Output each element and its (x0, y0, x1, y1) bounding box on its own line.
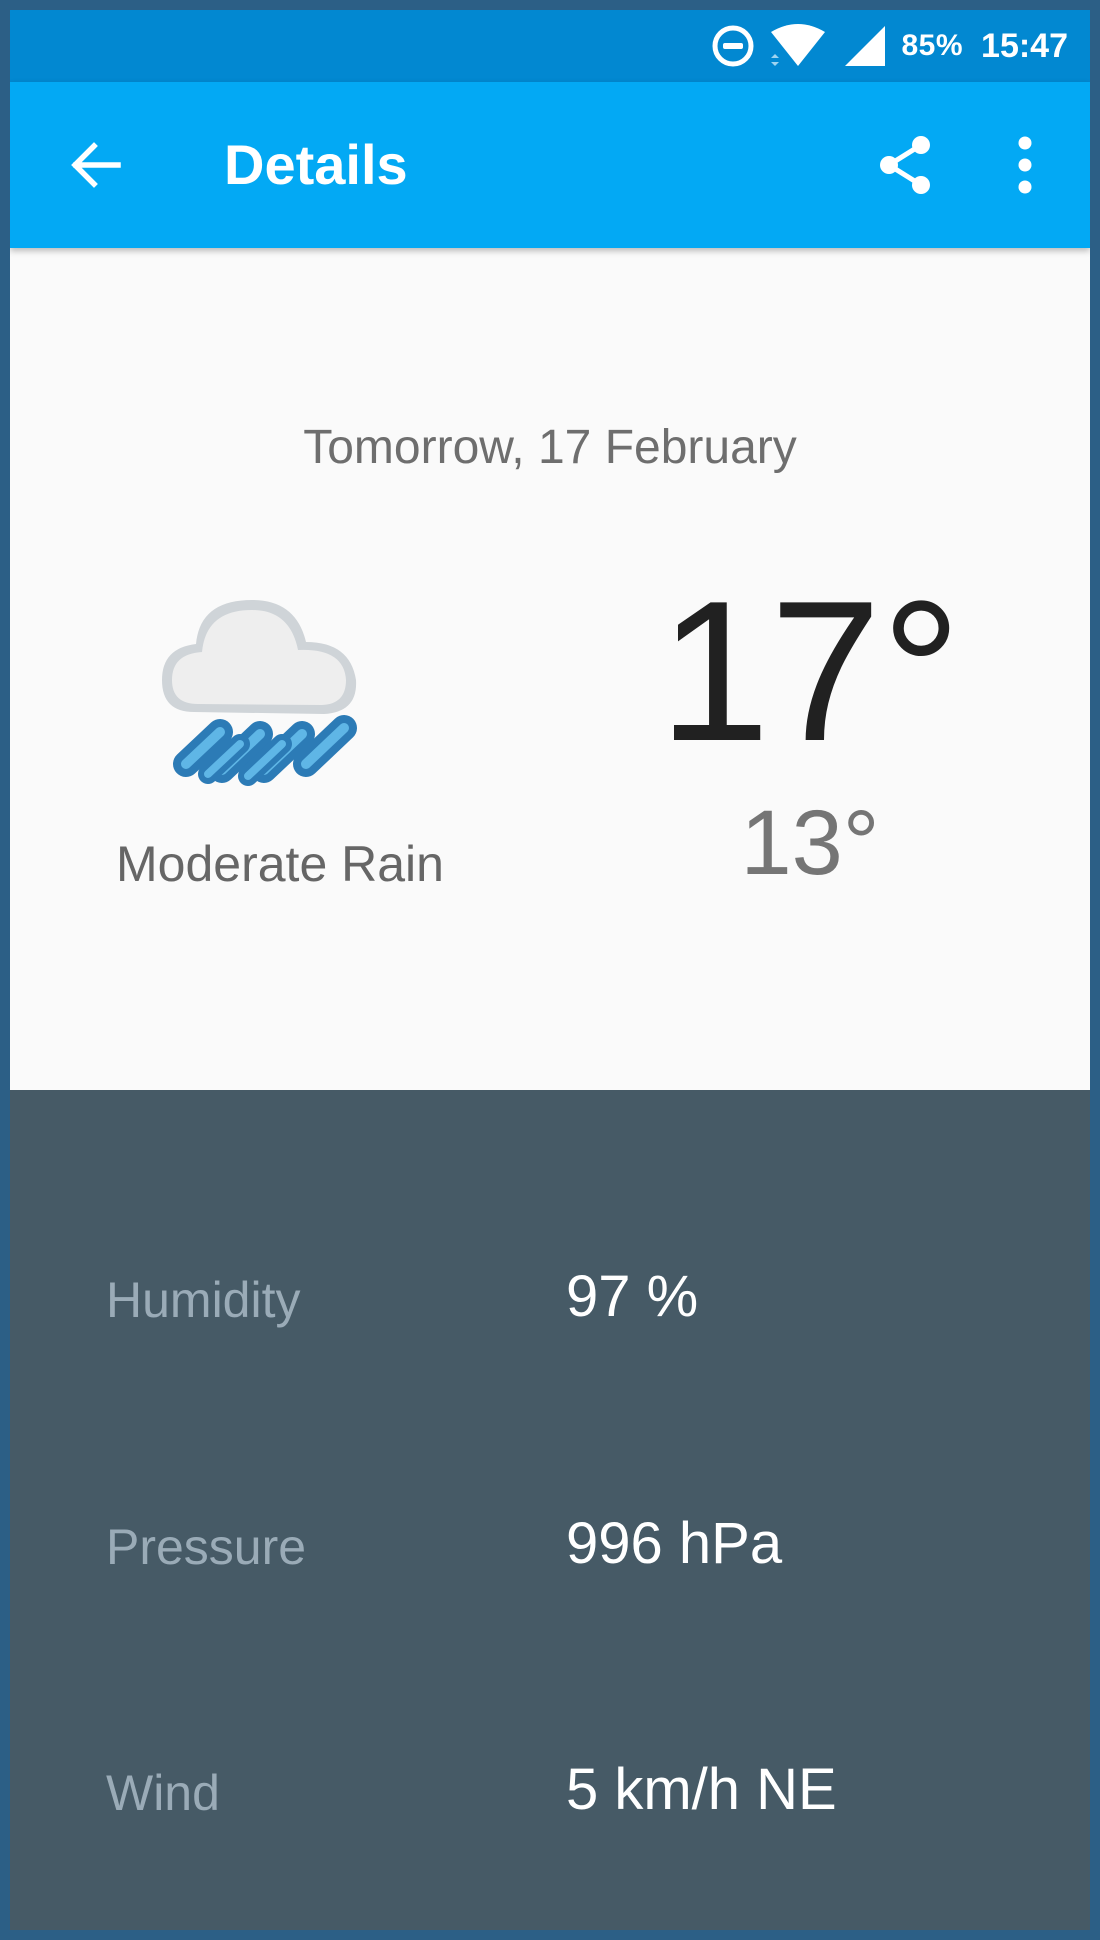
status-bar: 85% 15:47 (10, 10, 1090, 82)
app-screen: 85% 15:47 Details Tomorrow, 17 February … (10, 10, 1090, 1930)
battery-percentage: 85% (901, 29, 964, 62)
weather-details: Humidity 97 % Pressure 996 hPa Wind 5 km… (10, 1090, 1090, 1930)
pressure-row: Pressure 996 hPa (10, 1487, 1090, 1607)
status-clock: 15:47 (981, 26, 1068, 65)
low-temperature: 13° (740, 792, 880, 894)
pressure-value: 996 hPa (566, 1511, 783, 1576)
status-icons: 85% 15:47 (711, 10, 1068, 82)
high-temperature: 17° (658, 560, 962, 783)
wind-row: Wind 5 km/h NE (10, 1733, 1090, 1853)
back-button[interactable] (52, 122, 138, 208)
weather-condition: Moderate Rain (116, 836, 444, 892)
share-button[interactable] (860, 120, 950, 210)
cell-signal-icon (845, 26, 886, 66)
humidity-value: 97 % (566, 1264, 699, 1329)
more-vert-icon (1018, 136, 1032, 194)
wind-value: 5 km/h NE (566, 1757, 837, 1822)
forecast-panel: Tomorrow, 17 February Moderate Rain 17° … (10, 248, 1090, 1090)
wind-label: Wind (106, 1765, 220, 1821)
wifi-icon (771, 24, 826, 66)
more-options-button[interactable] (990, 120, 1060, 210)
humidity-row: Humidity 97 % (10, 1240, 1090, 1360)
humidity-label: Humidity (106, 1272, 301, 1328)
do-not-disturb-icon (712, 25, 754, 67)
page-title: Details (224, 133, 408, 196)
app-bar: Details (10, 82, 1090, 248)
share-icon (880, 136, 930, 194)
forecast-date: Tomorrow, 17 February (303, 421, 797, 474)
pressure-label: Pressure (106, 1519, 307, 1575)
moderate-rain-icon (162, 600, 357, 786)
arrow-back-icon (71, 142, 121, 188)
